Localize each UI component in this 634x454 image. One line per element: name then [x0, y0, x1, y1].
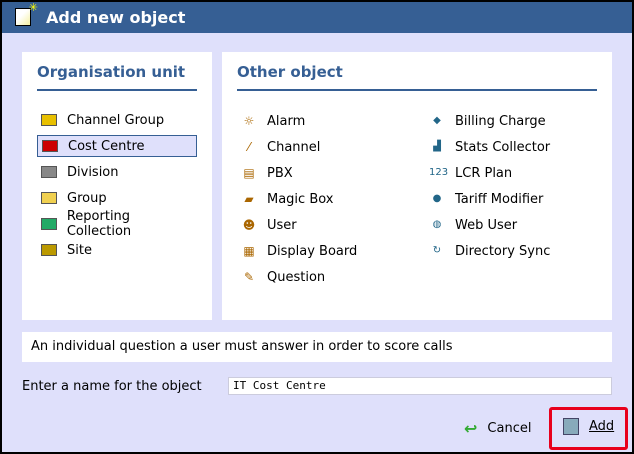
folder-icon	[41, 192, 57, 204]
item-label: Group	[67, 190, 107, 206]
object-type-tariff-modifier[interactable]: ● Tariff Modifier	[425, 188, 544, 210]
cancel-button[interactable]: ↩ Cancel	[464, 419, 531, 438]
item-label: Web User	[455, 217, 518, 233]
item-label: Directory Sync	[455, 243, 551, 259]
other-object-panel: Other object ☼ Alarm ⁄ Channel ▤ PBX ▰ Magic Bo…	[222, 52, 612, 320]
alarm-icon: ☼	[243, 114, 255, 128]
add-label: Add	[589, 419, 615, 434]
object-type-division[interactable]: Division	[37, 161, 197, 183]
object-type-user[interactable]: ☻ User	[237, 214, 297, 236]
object-type-group[interactable]: Group	[37, 187, 197, 209]
object-type-question[interactable]: ✎ Question	[237, 266, 325, 288]
item-label: Stats Collector	[455, 139, 551, 155]
lcr-plan-icon: 123	[429, 167, 449, 178]
division-icon	[41, 166, 57, 178]
name-field-label: Enter a name for the object	[22, 379, 202, 394]
building-icon	[41, 244, 57, 256]
object-type-stats-collector[interactable]: ▟ Stats Collector	[425, 136, 550, 158]
title-bar: Add new object	[2, 1, 632, 33]
channel-icon: ⁄	[247, 140, 250, 154]
item-label: Question	[267, 269, 326, 285]
item-label: Reporting Collection	[66, 209, 132, 239]
object-type-pbx[interactable]: ▤ PBX	[237, 162, 293, 184]
folder-icon	[41, 114, 57, 126]
item-label: Magic Box	[267, 191, 334, 207]
object-description: An individual question a user must answe…	[22, 332, 612, 362]
object-type-site[interactable]: Site	[37, 239, 197, 261]
tariff-modifier-icon: ●	[432, 193, 442, 204]
organisation-unit-heading: Organisation unit	[37, 63, 186, 81]
other-object-heading: Other object	[237, 63, 343, 81]
dialog-title: Add new object	[46, 8, 186, 27]
cost-centre-icon	[42, 140, 58, 152]
object-type-directory-sync[interactable]: ↻ Directory Sync	[425, 240, 551, 262]
item-label: Site	[67, 242, 92, 258]
save-disk-icon	[563, 418, 579, 435]
pbx-icon: ▤	[243, 166, 255, 180]
item-label: PBX	[267, 165, 293, 181]
item-label: Division	[67, 164, 119, 180]
web-user-icon: ◍	[432, 219, 442, 230]
object-type-display-board[interactable]: ▦ Display Board	[237, 240, 357, 262]
item-label: Channel Group	[67, 112, 165, 128]
object-type-web-user[interactable]: ◍ Web User	[425, 214, 517, 236]
object-type-channel[interactable]: ⁄ Channel	[237, 136, 320, 158]
object-type-magic-box[interactable]: ▰ Magic Box	[237, 188, 334, 210]
divider	[37, 89, 197, 91]
item-label: LCR Plan	[455, 165, 513, 181]
divider	[237, 89, 597, 91]
object-type-alarm[interactable]: ☼ Alarm	[237, 110, 306, 132]
magic-box-icon: ▰	[244, 192, 254, 206]
item-label: Alarm	[267, 113, 306, 129]
item-label: Channel	[267, 139, 321, 155]
billing-charge-icon: ◆	[433, 115, 441, 126]
item-label: Cost Centre	[68, 138, 145, 154]
user-icon: ☻	[242, 218, 256, 232]
question-icon: ✎	[243, 270, 255, 284]
item-label: Display Board	[267, 243, 358, 259]
add-object-dialog: Add new object Organisation unit Channel…	[2, 1, 632, 452]
object-name-input[interactable]: IT Cost Centre	[228, 377, 612, 395]
add-button[interactable]: Add	[563, 418, 614, 435]
cancel-label: Cancel	[487, 421, 532, 436]
display-board-icon: ▦	[243, 244, 255, 258]
object-type-reporting-collection[interactable]: Reporting Collection	[37, 209, 197, 239]
stats-collector-icon: ▟	[433, 141, 441, 152]
new-object-icon	[15, 1, 38, 26]
collection-icon	[41, 218, 57, 230]
object-type-billing-charge[interactable]: ◆ Billing Charge	[425, 110, 546, 132]
object-type-channel-group[interactable]: Channel Group	[37, 109, 197, 131]
organisation-unit-panel: Organisation unit Channel Group Cost Cent…	[22, 52, 212, 320]
directory-sync-icon: ↻	[432, 245, 442, 256]
item-label: Tariff Modifier	[455, 191, 544, 207]
object-type-cost-centre[interactable]: Cost Centre	[37, 135, 197, 157]
undo-arrow-icon: ↩	[464, 419, 478, 438]
item-label: User	[267, 217, 297, 233]
item-label: Billing Charge	[455, 113, 546, 129]
object-type-lcr-plan[interactable]: 123 LCR Plan	[425, 162, 512, 184]
